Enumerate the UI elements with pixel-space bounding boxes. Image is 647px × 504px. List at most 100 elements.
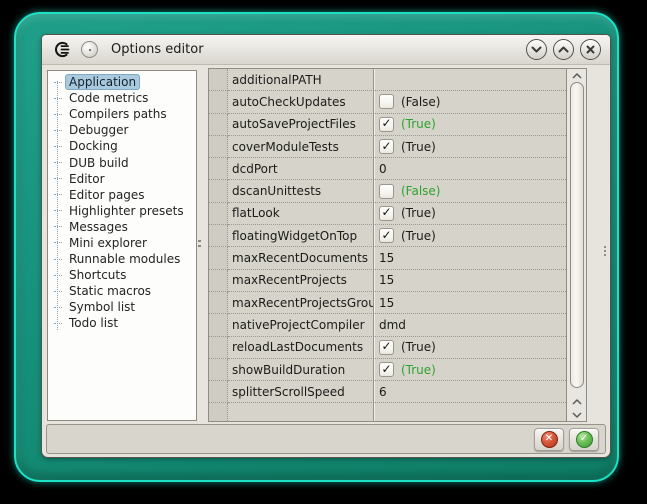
value-text: 0 [379, 162, 387, 176]
property-row-flatLook[interactable]: flatLook ✓ (True) [209, 203, 566, 225]
property-value[interactable]: 6 [374, 381, 566, 403]
property-row-additionalPATH[interactable]: additionalPATH [209, 69, 566, 91]
value-text: 15 [379, 296, 394, 310]
tree-item-label: Highlighter presets [65, 203, 188, 219]
tree-item-messages[interactable]: Messages [48, 219, 196, 235]
tree-item-application[interactable]: Application [48, 74, 196, 90]
checkbox-checked[interactable]: ✓ [379, 117, 394, 132]
property-row-maxRecentProjectsGroups[interactable]: maxRecentProjectsGrou 15 [209, 292, 566, 314]
tree-item-mini-explorer[interactable]: Mini explorer [48, 235, 196, 251]
property-value[interactable]: ✓ (True) [374, 203, 566, 225]
splitter-handle[interactable] [198, 240, 201, 249]
tree-item-static-macros[interactable]: Static macros [48, 283, 196, 299]
close-icon [586, 45, 595, 54]
tree-item-shortcuts[interactable]: Shortcuts [48, 267, 196, 283]
window-menu-icon[interactable] [81, 41, 98, 58]
property-row-autoCheckUpdates[interactable]: autoCheckUpdates (False) [209, 91, 566, 113]
titlebar[interactable]: Options editor [42, 35, 610, 65]
grid-gutter [209, 292, 228, 314]
property-name: showBuildDuration [228, 359, 374, 381]
tree-item-editor[interactable]: Editor [48, 171, 196, 187]
grid-gutter [209, 114, 228, 136]
checkbox-checked[interactable]: ✓ [379, 228, 394, 243]
checkbox-unchecked[interactable] [379, 94, 394, 109]
property-value[interactable]: 0 [374, 158, 566, 180]
tree-twig [54, 130, 62, 131]
property-value[interactable]: ✓ (True) [374, 136, 566, 158]
tree-item-label: Runnable modules [65, 251, 184, 267]
property-row-maxRecentProjects[interactable]: maxRecentProjects 15 [209, 270, 566, 292]
property-row-nativeProjectCompiler[interactable]: nativeProjectCompiler dmd [209, 314, 566, 336]
property-value[interactable]: ✓ (True) [374, 225, 566, 247]
property-grid: additionalPATH autoCheckUpdates (False) … [208, 68, 587, 422]
property-row-coverModuleTests[interactable]: coverModuleTests ✓ (True) [209, 136, 566, 158]
property-row-showBuildDuration[interactable]: showBuildDuration ✓ (True) [209, 359, 566, 381]
property-value[interactable] [374, 69, 566, 91]
scrollbar-thumb[interactable] [570, 82, 584, 388]
tree-item-label: Application [65, 74, 140, 90]
close-button[interactable] [580, 39, 601, 60]
property-name: maxRecentProjectsGrou [228, 292, 374, 314]
tree-item-code-metrics[interactable]: Code metrics [48, 90, 196, 106]
chevron-down-icon [531, 46, 542, 53]
checkbox-checked[interactable]: ✓ [379, 362, 394, 377]
property-name: maxRecentProjects [228, 270, 374, 292]
tree-item-label: Editor [65, 171, 109, 187]
grid-gutter [209, 136, 228, 158]
resize-grip[interactable] [604, 246, 606, 256]
tree-item-symbol-list[interactable]: Symbol list [48, 299, 196, 315]
property-value[interactable]: 15 [374, 247, 566, 269]
vertical-scrollbar[interactable] [566, 69, 586, 421]
property-name: floatingWidgetOnTop [228, 225, 374, 247]
shade-up-button[interactable] [553, 39, 574, 60]
property-value[interactable]: ✓ (True) [374, 114, 566, 136]
scroll-up-icon [572, 73, 582, 79]
accept-button[interactable]: ✓ [569, 428, 599, 451]
tree-item-docking[interactable]: Docking [48, 138, 196, 154]
grid-gutter [209, 91, 228, 113]
bool-value-label: (True) [401, 206, 436, 220]
property-row-dscanUnittests[interactable]: dscanUnittests (False) [209, 180, 566, 202]
scroll-up-button-bottom[interactable] [567, 395, 586, 408]
scroll-down-button[interactable] [567, 408, 586, 421]
property-value[interactable]: (False) [374, 91, 566, 113]
scroll-up-button[interactable] [567, 69, 586, 82]
property-value[interactable]: (False) [374, 180, 566, 202]
tree-twig [54, 242, 62, 243]
tree-twig [54, 114, 62, 115]
tree-item-label: Editor pages [65, 187, 149, 203]
property-value[interactable]: ✓ (True) [374, 359, 566, 381]
tree-item-compilers-paths[interactable]: Compilers paths [48, 106, 196, 122]
tree-item-todo-list[interactable]: Todo list [48, 315, 196, 331]
tree-item-highlighter-presets[interactable]: Highlighter presets [48, 203, 196, 219]
grid-gutter [209, 225, 228, 247]
tree-item-runnable-modules[interactable]: Runnable modules [48, 251, 196, 267]
tree-item-editor-pages[interactable]: Editor pages [48, 187, 196, 203]
tree-twig [54, 146, 62, 147]
property-value[interactable]: 15 [374, 270, 566, 292]
property-row-splitterScrollSpeed[interactable]: splitterScrollSpeed 6 [209, 381, 566, 403]
value-text: 15 [379, 273, 394, 287]
checkbox-checked[interactable]: ✓ [379, 206, 394, 221]
checkbox-unchecked[interactable] [379, 184, 394, 199]
bool-value-label: (True) [401, 363, 436, 377]
property-row-reloadLastDocuments[interactable]: reloadLastDocuments ✓ (True) [209, 337, 566, 359]
property-value[interactable]: dmd [374, 314, 566, 336]
bool-value-label: (True) [401, 117, 436, 131]
tree-item-dub-build[interactable]: DUB build [48, 154, 196, 170]
window-title: Options editor [111, 42, 204, 57]
tree-twig [54, 259, 62, 260]
shade-down-button[interactable] [526, 39, 547, 60]
cancel-button[interactable]: ✕ [534, 428, 564, 451]
property-row-dcdPort[interactable]: dcdPort 0 [209, 158, 566, 180]
property-row-autoSaveProjectFiles[interactable]: autoSaveProjectFiles ✓ (True) [209, 114, 566, 136]
tree-twig [54, 307, 62, 308]
checkbox-checked[interactable]: ✓ [379, 139, 394, 154]
checkbox-checked[interactable]: ✓ [379, 340, 394, 355]
property-value[interactable]: 15 [374, 292, 566, 314]
property-row-floatingWidgetOnTop[interactable]: floatingWidgetOnTop ✓ (True) [209, 225, 566, 247]
property-row-maxRecentDocuments[interactable]: maxRecentDocuments 15 [209, 247, 566, 269]
tree-item-label: Messages [65, 219, 132, 235]
property-value[interactable]: ✓ (True) [374, 337, 566, 359]
tree-item-debugger[interactable]: Debugger [48, 122, 196, 138]
